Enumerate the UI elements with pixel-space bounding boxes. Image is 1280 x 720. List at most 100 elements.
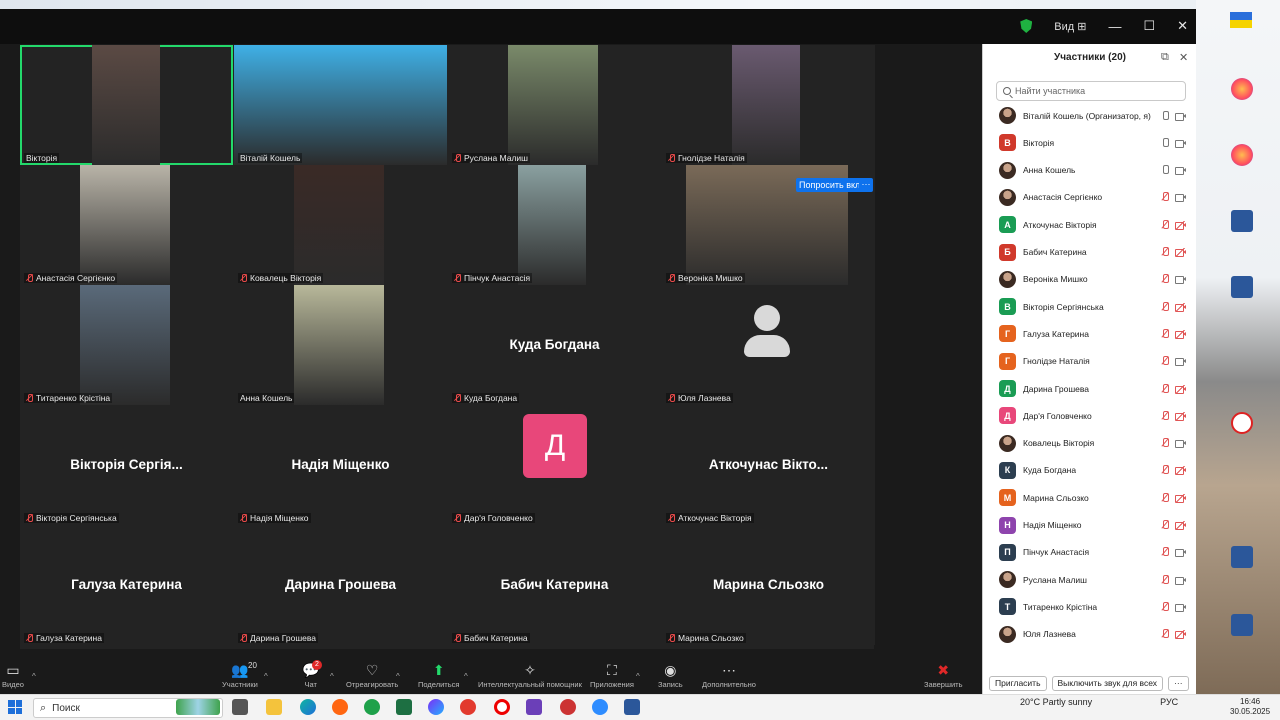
microphone-muted-icon[interactable] xyxy=(1161,601,1169,612)
video-tile[interactable]: Вікторія Сергія... Вікторія Сергіянська xyxy=(20,405,233,525)
firefox-taskbar-icon[interactable] xyxy=(332,699,348,715)
microphone-muted-icon[interactable] xyxy=(1161,465,1169,475)
search-highlight-icon[interactable] xyxy=(176,699,220,715)
desktop-firefox-shortcut-2[interactable] xyxy=(1224,144,1260,166)
participant-row[interactable]: Г Галуза Катерина xyxy=(983,320,1197,347)
participant-row[interactable]: Ковалець Вікторія xyxy=(983,430,1197,457)
pop-out-icon[interactable]: ⧉ xyxy=(1161,51,1169,64)
participant-row[interactable]: Н Надія Міщенко xyxy=(983,512,1197,539)
camera-icon[interactable] xyxy=(1175,439,1186,449)
camera-icon[interactable] xyxy=(1175,139,1186,148)
close-button[interactable]: ✕ xyxy=(1177,18,1188,34)
close-panel-icon[interactable]: ✕ xyxy=(1179,51,1188,64)
ask-to-unmute-button[interactable]: Попросить вкл xyxy=(796,178,864,192)
toolbar-video-button[interactable]: ▭ Видео xyxy=(2,660,24,694)
desktop-app-shortcut[interactable] xyxy=(1224,412,1260,434)
camera-off-icon[interactable] xyxy=(1175,302,1186,312)
microphone-muted-icon[interactable] xyxy=(1161,383,1169,394)
desktop-firefox-shortcut[interactable] xyxy=(1224,78,1260,100)
camera-off-icon[interactable] xyxy=(1175,411,1186,421)
edge-icon[interactable] xyxy=(300,699,316,715)
microphone-muted-icon[interactable] xyxy=(1161,438,1169,448)
camera-icon[interactable] xyxy=(1175,548,1186,558)
participant-row[interactable]: Юля Лазнева xyxy=(983,621,1197,648)
microphone-muted-icon[interactable] xyxy=(1161,629,1169,639)
video-tile[interactable]: Марина Сльозко Марина Сльозко xyxy=(662,525,875,645)
toolbar-apps-button[interactable]: ⛶ Приложения xyxy=(590,660,634,694)
desktop-word-file[interactable] xyxy=(1224,210,1260,232)
camera-off-icon[interactable] xyxy=(1175,248,1186,257)
xbox-icon[interactable] xyxy=(364,699,380,715)
camera-icon[interactable] xyxy=(1175,112,1186,121)
excel-icon[interactable] xyxy=(396,699,412,715)
camera-icon[interactable] xyxy=(1175,166,1186,176)
camera-off-icon[interactable] xyxy=(1175,493,1186,503)
video-tile[interactable]: Анна Кошель xyxy=(234,285,447,405)
video-tile[interactable]: Юля Лазнева xyxy=(662,285,875,405)
microphone-muted-icon[interactable] xyxy=(1161,301,1169,312)
camera-icon[interactable] xyxy=(1175,357,1186,367)
video-tile[interactable]: Віталій Кошель xyxy=(234,45,447,165)
invite-button[interactable]: Пригласить xyxy=(989,676,1047,691)
toolbar-ai-companion-button[interactable]: ✧ Интеллектуальный помощник xyxy=(478,660,582,694)
camera-off-icon[interactable] xyxy=(1175,521,1186,530)
app-icon[interactable] xyxy=(560,699,576,715)
camera-off-icon[interactable] xyxy=(1175,329,1186,339)
video-tile[interactable]: Ковалець Вікторія xyxy=(234,165,447,285)
toolbar-react-button[interactable]: ♡ Отреагировать xyxy=(346,660,398,694)
windows-start-button[interactable] xyxy=(8,700,22,714)
microphone-icon[interactable] xyxy=(1161,165,1169,175)
camera-off-icon[interactable] xyxy=(1175,466,1186,476)
toolbar-more-button[interactable]: ⋯ Дополнительно xyxy=(702,660,756,694)
video-tile[interactable]: Анастасія Сергієнко xyxy=(20,165,233,285)
toolbar-record-button[interactable]: ◉ Запись xyxy=(658,660,683,694)
camera-icon[interactable] xyxy=(1175,193,1186,203)
share-options-caret[interactable]: ^ xyxy=(464,672,468,681)
participant-row[interactable]: Вероніка Мишко xyxy=(983,266,1197,293)
ukraine-flag-icon[interactable] xyxy=(1230,12,1252,28)
word-taskbar-icon[interactable] xyxy=(624,699,640,715)
participant-row[interactable]: Віталій Кошель (Организатор, я) xyxy=(983,102,1197,129)
panel-more-button[interactable]: ··· xyxy=(1168,676,1189,691)
participant-row[interactable]: Б Бабич Катерина xyxy=(983,239,1197,266)
microphone-muted-icon[interactable] xyxy=(1161,492,1169,503)
microphone-muted-icon[interactable] xyxy=(1161,547,1169,557)
camera-off-icon[interactable] xyxy=(1175,384,1186,394)
desktop-word-file-4[interactable] xyxy=(1224,614,1260,636)
participant-row[interactable]: Д Дарина Грошева xyxy=(983,375,1197,402)
participant-row[interactable]: А Аткочунас Вікторія xyxy=(983,211,1197,238)
video-options-caret[interactable]: ^ xyxy=(32,672,36,681)
video-tile[interactable]: Надія Міщенко Надія Міщенко xyxy=(234,405,447,525)
camera-icon[interactable] xyxy=(1175,603,1186,612)
toolbar-share-button[interactable]: ⬆ Поделиться xyxy=(418,660,459,694)
participant-search-input[interactable]: Найти участника xyxy=(996,81,1186,101)
video-tile[interactable]: Вікторія xyxy=(20,45,233,165)
microphone-muted-icon[interactable] xyxy=(1161,520,1169,530)
microphone-muted-icon[interactable] xyxy=(1161,328,1169,339)
microphone-muted-icon[interactable] xyxy=(1161,574,1169,585)
browser-icon[interactable] xyxy=(428,699,444,715)
app-icon[interactable] xyxy=(460,699,476,715)
microphone-icon[interactable] xyxy=(1161,137,1169,148)
participant-row[interactable]: В Вікторія Сергіянська xyxy=(983,293,1197,320)
video-tile[interactable]: Аткочунас Вікто... Аткочунас Вікторія xyxy=(662,405,875,525)
microphone-muted-icon[interactable] xyxy=(1161,247,1169,257)
camera-off-icon[interactable] xyxy=(1175,630,1186,640)
desktop-word-file-2[interactable] xyxy=(1224,276,1260,298)
microphone-muted-icon[interactable] xyxy=(1161,274,1169,284)
tile-more-button[interactable]: ··· xyxy=(859,178,873,192)
task-view-icon[interactable] xyxy=(232,699,248,715)
participant-row[interactable]: Г Гнолідзе Наталія xyxy=(983,348,1197,375)
file-explorer-icon[interactable] xyxy=(266,699,282,715)
video-tile[interactable]: Титаренко Крістіна xyxy=(20,285,233,405)
microphone-muted-icon[interactable] xyxy=(1161,192,1169,202)
opera-icon[interactable] xyxy=(494,699,510,715)
mute-all-button[interactable]: Выключить звук для всех xyxy=(1051,676,1164,691)
video-tile[interactable]: Гнолідзе Наталія xyxy=(662,45,875,165)
participant-row[interactable]: К Куда Богдана xyxy=(983,457,1197,484)
video-tile[interactable]: Бабич Катерина Бабич Катерина xyxy=(448,525,661,645)
participant-row[interactable]: Анастасія Сергієнко xyxy=(983,184,1197,211)
react-options-caret[interactable]: ^ xyxy=(396,672,400,681)
participant-row[interactable]: Руслана Малиш xyxy=(983,566,1197,593)
toolbar-end-button[interactable]: ✖ Завершить xyxy=(924,660,963,694)
